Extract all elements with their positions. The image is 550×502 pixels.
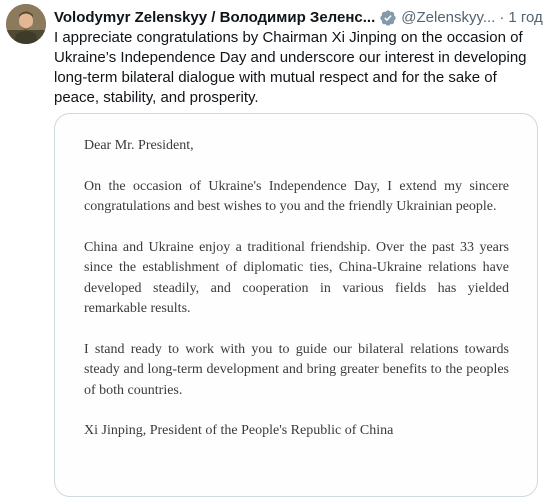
author-name[interactable]: Volodymyr Zelenskyy / Володимир Зеленс..… (54, 8, 375, 28)
tweet[interactable]: Volodymyr Zelenskyy / Володимир Зеленс..… (0, 0, 550, 502)
letter-paragraph-2: China and Ukraine enjoy a traditional fr… (84, 239, 509, 317)
header-separator: · (499, 9, 505, 26)
avatar-image (6, 4, 46, 44)
letter-greeting: Dear Mr. President, (84, 138, 194, 153)
attached-image[interactable]: Dear Mr. President, On the occasion of U… (54, 113, 538, 497)
tweet-header: Volodymyr Zelenskyy / Володимир Зеленс..… (54, 8, 543, 28)
letter-paragraph-3: I stand ready to work with you to guide … (84, 341, 509, 398)
verified-badge-icon (379, 9, 397, 27)
tweet-text: I appreciate congratulations by Chairman… (54, 29, 527, 106)
letter-content: Dear Mr. President, On the occasion of U… (84, 136, 509, 462)
post-timestamp[interactable]: 1 год (508, 8, 542, 28)
avatar[interactable] (6, 4, 46, 44)
author-handle[interactable]: @Zelenskyy... (401, 8, 495, 28)
letter-paragraph-1: On the occasion of Ukraine's Independenc… (84, 178, 509, 215)
letter-signature: Xi Jinping, President of the People's Re… (84, 423, 394, 438)
